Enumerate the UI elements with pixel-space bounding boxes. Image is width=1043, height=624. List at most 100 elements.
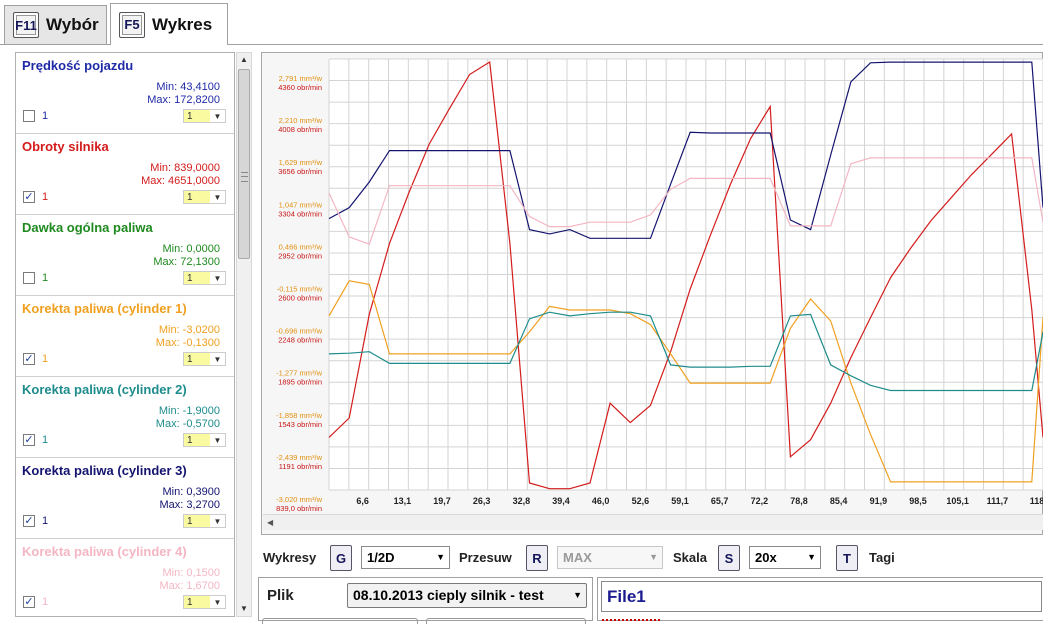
wykresy-select[interactable]: 1/2D ▼: [361, 546, 450, 569]
chevron-down-icon: ▼: [807, 552, 816, 562]
chevron-down-icon: ▼: [213, 355, 222, 364]
chevron-down-icon: ▼: [213, 112, 222, 121]
channel-max: Max: 4651,0000: [141, 175, 220, 187]
channel-list: Prędkość pojazdu Min: 43,4100 Max: 172,820…: [15, 52, 235, 617]
channel-checkbox[interactable]: ✓: [23, 353, 35, 365]
x-tick-label: 118: [1030, 496, 1043, 506]
channel-item[interactable]: Korekta paliwa (cylinder 4) Min: 0,1500 Ma…: [16, 539, 234, 616]
y-tick-label-mm: -2,439 mm³/w: [276, 453, 322, 462]
channel-item[interactable]: Prędkość pojazdu Min: 43,4100 Max: 172,820…: [16, 53, 234, 134]
x-tick-label: 19,7: [433, 496, 451, 506]
channel-item[interactable]: Obroty silnika Min: 839,0000 Max: 4651,000…: [16, 134, 234, 215]
channel-item[interactable]: Korekta paliwa (cylinder 2) Min: -1,9000 M…: [16, 377, 234, 458]
chevron-down-icon: ▼: [213, 436, 222, 445]
channel-axis-value: 1: [184, 191, 210, 203]
chevron-down-icon: ▼: [213, 274, 222, 283]
channel-axis-value: 1: [184, 596, 210, 608]
channel-check-label: 1: [42, 110, 49, 122]
channel-list-scrollbar[interactable]: ▲ ▼: [236, 52, 252, 617]
channel-axis-value: 1: [184, 353, 210, 365]
channel-min: Min: 839,0000: [150, 162, 220, 174]
file-info-panel: File1: [597, 577, 1043, 621]
tab-wybor[interactable]: F11 Wybór: [4, 5, 107, 44]
channel-axis-value: 1: [184, 272, 210, 284]
channel-min: Min: 0,0000: [162, 243, 220, 255]
channel-item[interactable]: Korekta paliwa (cylinder 3) Min: 0,3900 Ma…: [16, 458, 234, 539]
channel-checkbox[interactable]: ✓: [23, 515, 35, 527]
channel-axis-select[interactable]: 1 ▼: [183, 271, 226, 285]
channel-check-label: 1: [42, 191, 49, 203]
scroll-up-icon[interactable]: ▲: [237, 53, 251, 67]
chevron-down-icon: ▼: [213, 598, 222, 607]
chart-controls: Wykresy G 1/2D ▼ Przesuw R MAX ▼ Skala S…: [263, 545, 1043, 571]
scroll-left-icon[interactable]: ◀: [267, 515, 273, 531]
channel-axis-value: 1: [184, 515, 210, 527]
x-tick-label: 65,7: [711, 496, 729, 506]
channel-item[interactable]: Korekta paliwa (cylinder 1) Min: -3,0200 M…: [16, 296, 234, 377]
red-text-stub: [602, 616, 662, 622]
channel-check-label: 1: [42, 272, 49, 284]
channel-checkbox[interactable]: ✓: [23, 434, 35, 446]
x-tick-label: 52,6: [632, 496, 650, 506]
tab-wybor-label: Wybór: [46, 15, 99, 34]
channel-checkbox[interactable]: [23, 272, 35, 284]
channel-name: Prędkość pojazdu: [22, 58, 134, 73]
f5-key-icon: F5: [119, 11, 145, 38]
skala-select[interactable]: 20x ▼: [749, 546, 821, 569]
channel-min: Min: 43,4100: [156, 81, 220, 93]
y-tick-label-mm: -0,115 mm³/w: [277, 285, 323, 294]
channel-check-label: 1: [42, 434, 49, 446]
channel-name: Korekta paliwa (cylinder 1): [22, 301, 187, 316]
skala-label: Skala: [673, 550, 707, 565]
scroll-thumb[interactable]: [238, 69, 250, 259]
plik-label: Plik: [267, 587, 294, 604]
skala-select-value: 20x: [755, 550, 777, 565]
button-1[interactable]: [262, 618, 418, 624]
skala-key-button[interactable]: S: [718, 545, 740, 571]
channel-max: Max: 172,8200: [147, 94, 220, 106]
channel-axis-select[interactable]: 1 ▼: [183, 190, 226, 204]
y-tick-label-rpm: 2952 obr/min: [278, 251, 322, 260]
channel-min: Min: -1,9000: [158, 405, 220, 417]
channel-min: Min: -3,0200: [158, 324, 220, 336]
channel-axis-select[interactable]: 1 ▼: [183, 109, 226, 123]
channel-axis-select[interactable]: 1 ▼: [183, 514, 226, 528]
x-tick-label: 13,1: [394, 496, 412, 506]
channel-item[interactable]: Dawka ogólna paliwa Min: 0,0000 Max: 72,13…: [16, 215, 234, 296]
x-tick-label: 39,4: [552, 496, 570, 506]
wykresy-select-value: 1/2D: [367, 550, 395, 565]
tagi-key-button[interactable]: T: [836, 545, 858, 571]
channel-axis-select[interactable]: 1 ▼: [183, 433, 226, 447]
przesuw-key-button[interactable]: R: [526, 545, 548, 571]
channel-axis-select[interactable]: 1 ▼: [183, 352, 226, 366]
channel-max: Max: 3,2700: [159, 499, 220, 511]
y-tick-label-rpm: 3656 obr/min: [278, 167, 322, 176]
scroll-down-icon[interactable]: ▼: [237, 602, 251, 616]
y-tick-label-mm: 1,629 mm³/w: [279, 158, 323, 167]
grip-icon: [241, 172, 248, 182]
channel-axis-select[interactable]: 1 ▼: [183, 595, 226, 609]
channel-name: Korekta paliwa (cylinder 3): [22, 463, 187, 478]
przesuw-select[interactable]: MAX ▼: [557, 546, 663, 569]
x-tick-label: 85,4: [830, 496, 848, 506]
chart-horizontal-scrollbar[interactable]: ◀: [263, 514, 1043, 530]
button-2[interactable]: [426, 618, 586, 624]
tagi-label: Tagi: [869, 550, 895, 565]
channel-checkbox[interactable]: ✓: [23, 596, 35, 608]
x-tick-label: 6,6: [356, 496, 369, 506]
chevron-down-icon: ▼: [436, 552, 445, 562]
channel-max: Max: 1,6700: [159, 580, 220, 592]
y-tick-label-mm: -0,696 mm³/w: [276, 327, 322, 336]
tab-wykres-label: Wykres: [152, 14, 213, 34]
f11-key-icon: F11: [13, 12, 39, 38]
przesuw-select-value: MAX: [563, 550, 592, 565]
x-tick-label: 78,8: [790, 496, 808, 506]
channel-name: Obroty silnika: [22, 139, 109, 154]
y-tick-label-mm: -1,277 mm³/w: [276, 369, 322, 378]
tab-wykres[interactable]: F5 Wykres: [110, 3, 228, 45]
channel-checkbox[interactable]: ✓: [23, 191, 35, 203]
y-tick-label-mm: 0,466 mm³/w: [279, 242, 323, 251]
wykresy-key-button[interactable]: G: [330, 545, 352, 571]
plik-select[interactable]: 08.10.2013 cieply silnik - test ▼: [347, 583, 587, 608]
channel-checkbox[interactable]: [23, 110, 35, 122]
